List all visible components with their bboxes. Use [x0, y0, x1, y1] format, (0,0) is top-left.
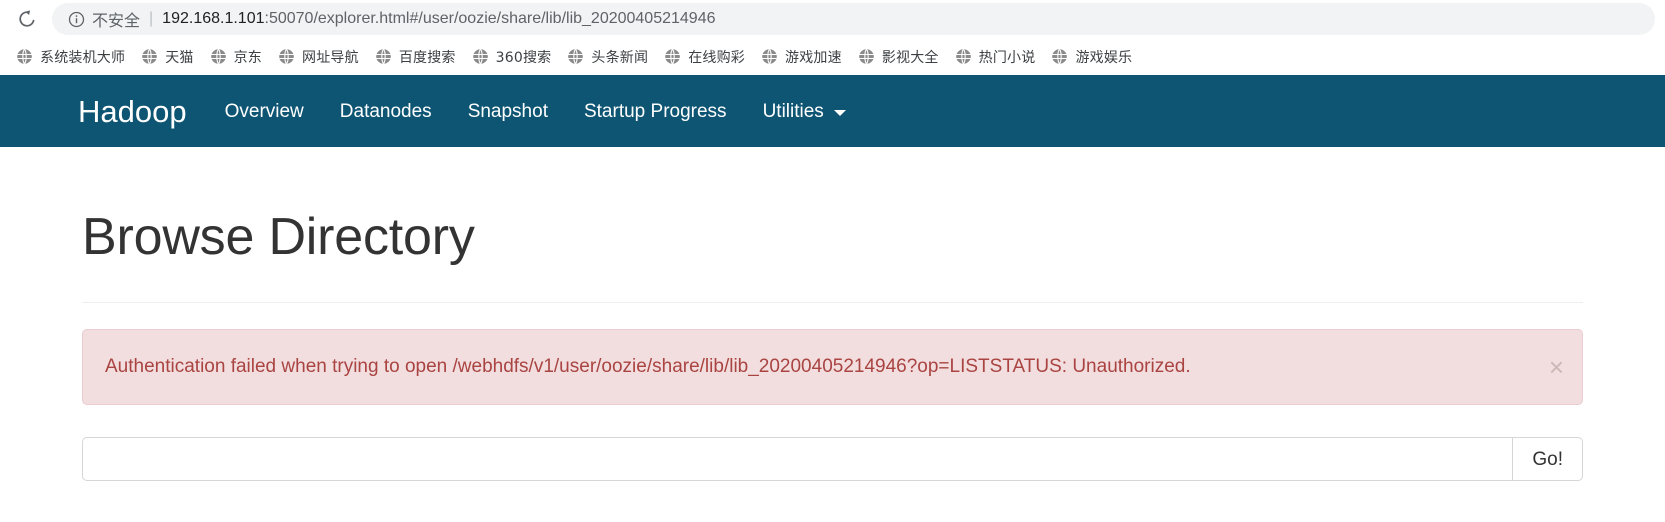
bookmark-item[interactable]: 系统装机大师: [8, 43, 133, 71]
bookmark-item[interactable]: 游戏加速: [753, 43, 850, 71]
error-alert: Authentication failed when trying to ope…: [82, 329, 1583, 406]
bookmark-label: 京东: [233, 49, 263, 66]
error-alert-message: Authentication failed when trying to ope…: [105, 355, 1191, 377]
globe-icon: [761, 48, 778, 65]
bookmark-label: 网址导航: [302, 49, 359, 66]
path-input[interactable]: [82, 437, 1513, 482]
go-button[interactable]: Go!: [1512, 437, 1583, 482]
nav-item-startup-progress[interactable]: Startup Progress: [584, 102, 727, 121]
bookmarks-bar: 系统装机大师 天猫 京东 网址导航 百度搜索 360搜索 头条新闻 在线购彩 游…: [0, 38, 1665, 75]
bookmark-label: 在线购彩: [688, 49, 745, 66]
bookmark-item[interactable]: 头条新闻: [559, 43, 656, 71]
globe-icon: [567, 48, 584, 65]
bookmark-item[interactable]: 京东: [202, 43, 270, 71]
reload-icon[interactable]: [10, 2, 44, 36]
globe-icon: [1051, 48, 1068, 65]
nav-item-snapshot[interactable]: Snapshot: [468, 102, 548, 121]
chevron-down-icon: [833, 109, 846, 116]
page-content: Browse Directory Authentication failed w…: [0, 147, 1665, 482]
page-title: Browse Directory: [82, 208, 475, 266]
title-divider: [82, 302, 1583, 304]
omnibox-separator: |: [149, 10, 154, 27]
bookmark-item[interactable]: 360搜索: [464, 43, 560, 71]
globe-icon: [955, 48, 972, 65]
info-circle-icon[interactable]: [68, 11, 85, 28]
path-browse-form: Go!: [82, 437, 1583, 482]
url-host: 192.168.1.101: [162, 10, 265, 27]
bookmark-label: 百度搜索: [398, 49, 456, 66]
nav-item-datanodes[interactable]: Datanodes: [340, 102, 432, 121]
bookmark-item[interactable]: 热门小说: [947, 43, 1044, 71]
globe-icon: [472, 48, 489, 65]
globe-icon: [210, 48, 227, 65]
globe-icon: [141, 48, 158, 65]
bookmark-item[interactable]: 天猫: [133, 43, 201, 71]
nav-item-utilities-label: Utilities: [762, 100, 824, 122]
bookmark-item[interactable]: 网址导航: [270, 43, 367, 71]
close-icon[interactable]: ×: [1549, 354, 1564, 380]
bookmark-item[interactable]: 百度搜索: [367, 43, 464, 71]
browser-chrome: 不安全 | 192.168.1.101:50070/explorer.html#…: [0, 0, 1665, 75]
globe-icon: [278, 48, 295, 65]
nav-item-utilities[interactable]: Utilities: [763, 102, 846, 121]
globe-icon: [375, 48, 392, 65]
bookmark-item[interactable]: 影视大全: [850, 43, 947, 71]
globe-icon: [858, 48, 875, 65]
bookmark-label: 游戏加速: [785, 49, 842, 66]
brand-hadoop[interactable]: Hadoop: [78, 96, 187, 127]
bookmark-label: 头条新闻: [591, 49, 649, 66]
globe-icon: [664, 48, 681, 65]
security-label: 不安全: [92, 11, 141, 30]
bookmark-label: 天猫: [165, 49, 194, 66]
browser-toolbar: 不安全 | 192.168.1.101:50070/explorer.html#…: [0, 0, 1665, 38]
address-bar[interactable]: 不安全 | 192.168.1.101:50070/explorer.html#…: [52, 3, 1655, 35]
bookmark-label: 360搜索: [495, 49, 552, 66]
nav-item-overview[interactable]: Overview: [225, 102, 304, 121]
url-text: 192.168.1.101:50070/explorer.html#/user/…: [162, 10, 715, 28]
bookmark-item[interactable]: 在线购彩: [656, 43, 753, 71]
bookmark-label: 影视大全: [881, 49, 939, 66]
url-path: :50070/explorer.html#/user/oozie/share/l…: [264, 10, 716, 27]
bookmark-label: 系统装机大师: [40, 49, 126, 66]
bookmark-label: 游戏娱乐: [1075, 49, 1133, 66]
bookmark-label: 热门小说: [978, 49, 1036, 66]
bookmark-item[interactable]: 游戏娱乐: [1043, 43, 1140, 71]
globe-icon: [16, 48, 33, 65]
hadoop-navbar: Hadoop Overview Datanodes Snapshot Start…: [0, 75, 1665, 147]
